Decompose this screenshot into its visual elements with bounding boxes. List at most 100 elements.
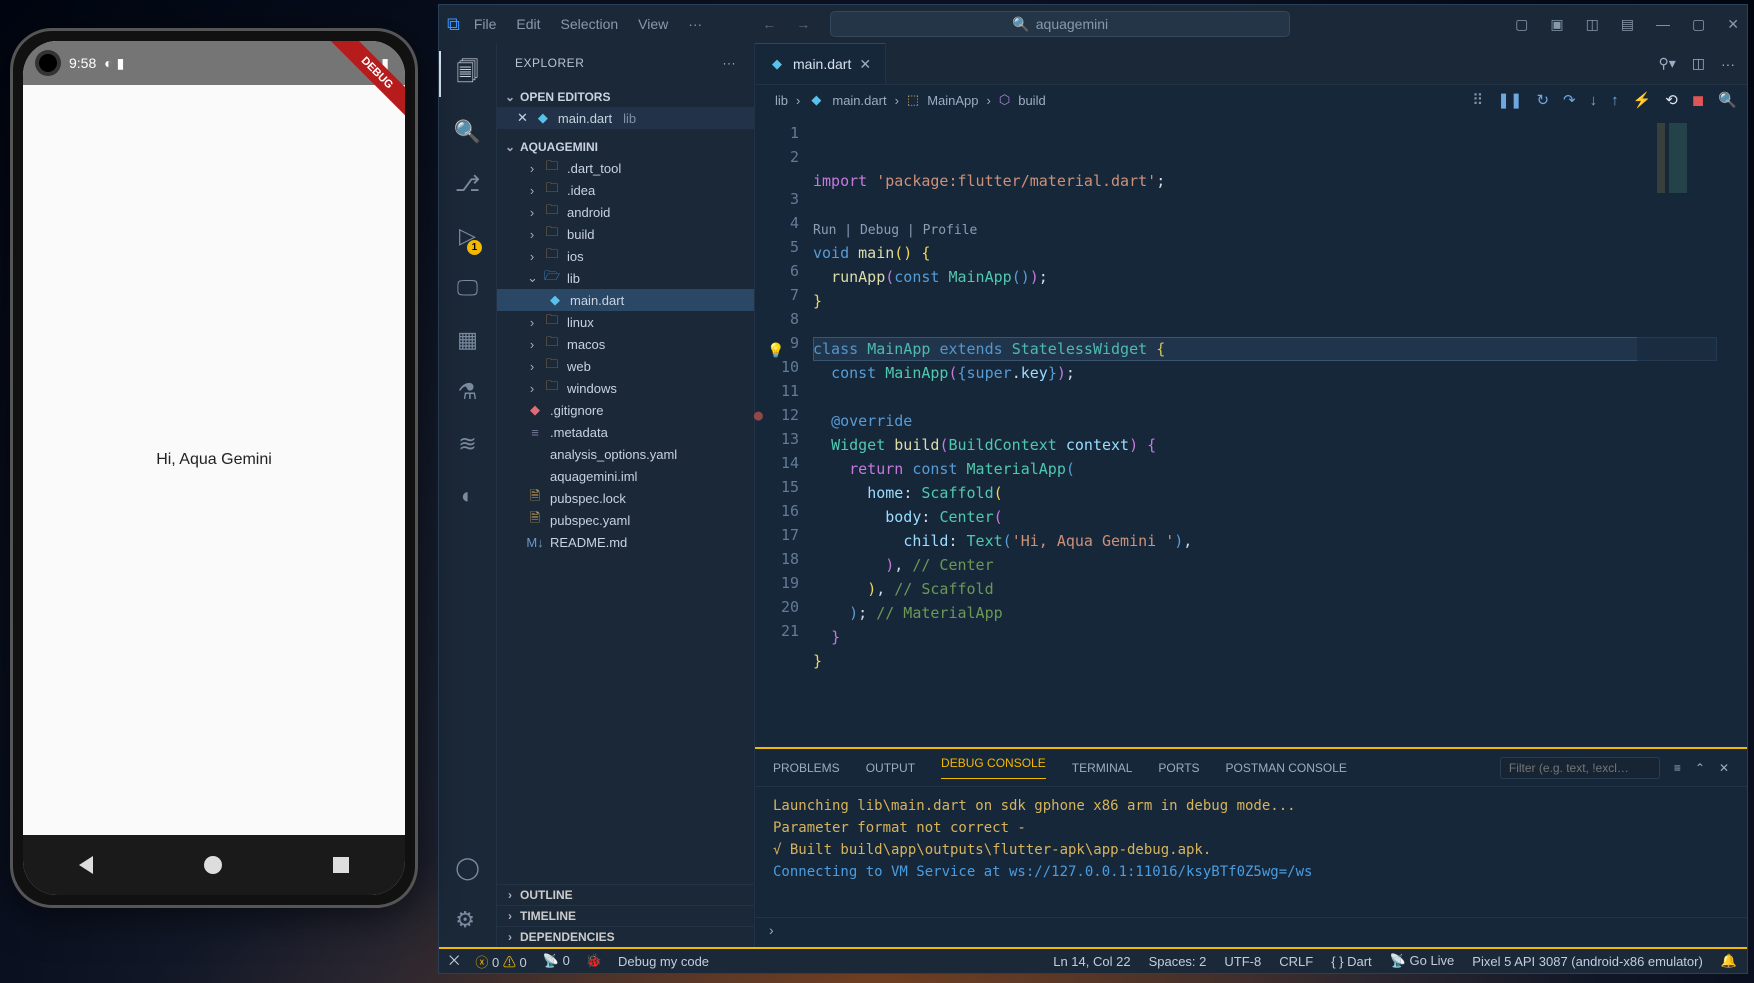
step-in-icon[interactable]: ↓ <box>1590 92 1598 109</box>
remote-icon[interactable]: 🖵 <box>457 275 478 301</box>
nav-recent-icon[interactable] <box>333 857 349 873</box>
panel-collapse-icon[interactable]: ⌃ <box>1695 761 1705 775</box>
scm-icon[interactable]: ⎇ <box>455 171 480 197</box>
cursor-pos[interactable]: Ln 14, Col 22 <box>1053 954 1130 969</box>
hot-reload-icon[interactable]: ↻ <box>1536 91 1549 109</box>
project-header[interactable]: ⌄AQUAGEMINI <box>497 137 754 157</box>
nav-fwd-button[interactable]: → <box>796 16 810 32</box>
explorer-more-icon[interactable]: ··· <box>723 56 737 70</box>
tree-item[interactable]: ›🗀windows <box>497 377 754 399</box>
tree-item[interactable]: ›🗀.idea <box>497 179 754 201</box>
code-area[interactable]: 💡import 'package:flutter/material.dart';… <box>813 115 1747 747</box>
tree-item[interactable]: ›🗀web <box>497 355 754 377</box>
hot-restart-icon[interactable]: ⚡ <box>1633 91 1652 109</box>
indent-info[interactable]: Spaces: 2 <box>1149 954 1207 969</box>
win-minimize-icon[interactable]: — <box>1656 16 1670 32</box>
run-debug-icon[interactable]: ▷1 <box>459 223 476 249</box>
tree-item[interactable]: M↓README.md <box>497 531 754 553</box>
test-icon[interactable]: ⚗ <box>458 379 478 405</box>
tab-postman[interactable]: POSTMAN CONSOLE <box>1226 761 1347 775</box>
layout-bottom-icon[interactable]: ▣ <box>1550 16 1563 33</box>
step-out-icon[interactable]: ↑ <box>1611 92 1619 109</box>
tab-problems[interactable]: PROBLEMS <box>773 761 840 775</box>
codelens-run[interactable]: Run | Debug | Profile <box>813 223 977 238</box>
tree-item[interactable]: analysis_options.yaml <box>497 443 754 465</box>
minimap[interactable] <box>1637 115 1747 747</box>
tab-terminal[interactable]: TERMINAL <box>1072 761 1133 775</box>
layout-grid-icon[interactable]: ▤ <box>1621 16 1634 33</box>
eol[interactable]: CRLF <box>1279 954 1313 969</box>
debug-indicator-icon[interactable]: 🐞 <box>586 953 602 969</box>
breadcrumbs[interactable]: lib› ◆main.dart› ⬚MainApp› ⬡build ⠿ ❚❚ ↻… <box>755 85 1747 115</box>
lang-mode[interactable]: { } Dart <box>1331 954 1371 969</box>
settings-icon[interactable]: ⚙ <box>455 907 480 933</box>
tree-item[interactable]: ›🗀ios <box>497 245 754 267</box>
nav-back-button[interactable]: ← <box>762 16 776 32</box>
tree-item[interactable]: ≡.metadata <box>497 421 754 443</box>
go-live[interactable]: 📡 Go Live <box>1390 953 1455 969</box>
timeline-header[interactable]: ›TIMELINE <box>497 905 754 926</box>
tree-item[interactable]: 🗎pubspec.yaml <box>497 509 754 531</box>
dependencies-header[interactable]: ›DEPENDENCIES <box>497 926 754 947</box>
panel-settings-icon[interactable]: ≡ <box>1674 761 1681 775</box>
menu-file[interactable]: File <box>474 16 497 32</box>
tree-item[interactable]: ›🗀macos <box>497 333 754 355</box>
outline-header[interactable]: ›OUTLINE <box>497 884 754 905</box>
account-icon[interactable]: ◯ <box>455 855 480 881</box>
close-editor-icon[interactable]: ✕ <box>517 110 528 126</box>
tree-item[interactable]: ◆main.dart <box>497 289 754 311</box>
command-center[interactable]: 🔍 aquagemini <box>830 11 1290 37</box>
win-close-icon[interactable]: ✕ <box>1727 16 1739 33</box>
tree-item[interactable]: ⌄🗁lib <box>497 267 754 289</box>
tab-debug-console[interactable]: DEBUG CONSOLE <box>941 756 1046 779</box>
explorer-icon[interactable]: 🗐 <box>457 55 479 93</box>
code-editor[interactable]: 1234567891011●12131415161718192021 💡impo… <box>755 115 1747 747</box>
tree-item[interactable]: ›🗀.dart_tool <box>497 157 754 179</box>
tab-ports[interactable]: PORTS <box>1158 761 1199 775</box>
menu-selection[interactable]: Selection <box>561 16 619 32</box>
panel-filter-input[interactable] <box>1500 757 1660 779</box>
menu-edit[interactable]: Edit <box>516 16 540 32</box>
restart-icon[interactable]: ⟲ <box>1665 91 1678 109</box>
debug-console-input[interactable]: › <box>755 917 1747 947</box>
open-editor-file[interactable]: ✕ ◆ main.dart lib <box>497 107 754 129</box>
search-tab-icon[interactable]: 🔍 <box>454 119 481 145</box>
stop-icon[interactable]: ◼ <box>1692 91 1704 109</box>
win-maximize-icon[interactable]: ▢ <box>1692 16 1705 33</box>
panel-close-icon[interactable]: ✕ <box>1719 761 1729 775</box>
menu-view[interactable]: View <box>638 16 668 32</box>
tree-item[interactable]: ›🗀linux <box>497 311 754 333</box>
nav-back-icon[interactable] <box>79 856 93 874</box>
devtools-icon[interactable]: ⚲▾ <box>1658 55 1675 72</box>
device-selector[interactable]: Pixel 5 API 3087 (android-x86 emulator) <box>1472 954 1703 969</box>
debug-label[interactable]: Debug my code <box>618 954 709 969</box>
android-nav-bar[interactable] <box>23 835 405 895</box>
split-editor-icon[interactable]: ◫ <box>1692 55 1705 72</box>
flutter-icon[interactable]: ≋ <box>458 431 476 457</box>
layout-left-icon[interactable]: ▢ <box>1515 16 1528 33</box>
pause-icon[interactable]: ❚❚ <box>1497 91 1522 109</box>
tree-item[interactable]: ›🗀build <box>497 223 754 245</box>
open-editors-header[interactable]: ⌄OPEN EDITORS <box>497 87 754 107</box>
tab-more-icon[interactable]: ··· <box>1721 56 1735 72</box>
encoding[interactable]: UTF-8 <box>1224 954 1261 969</box>
layout-right-icon[interactable]: ◫ <box>1586 16 1599 33</box>
tab-close-icon[interactable]: ✕ <box>859 56 871 73</box>
tree-item[interactable]: aquagemini.iml <box>497 465 754 487</box>
notifications-icon[interactable]: 🔔 <box>1721 953 1737 969</box>
inspector-icon[interactable]: 🔍 <box>1718 91 1737 109</box>
tree-item[interactable]: 🗎pubspec.lock <box>497 487 754 509</box>
menu-bar[interactable]: File Edit Selection View ··· <box>474 16 702 32</box>
ports-count[interactable]: 📡 0 <box>543 953 570 969</box>
tree-item[interactable]: ◆.gitignore <box>497 399 754 421</box>
tab-output[interactable]: OUTPUT <box>866 761 915 775</box>
remote-indicator[interactable]: ⨉ <box>449 953 459 969</box>
tab-main-dart[interactable]: ◆ main.dart ✕ <box>755 43 886 84</box>
tree-item[interactable]: ›🗀android <box>497 201 754 223</box>
menu-more[interactable]: ··· <box>688 16 702 32</box>
drag-handle-icon[interactable]: ⠿ <box>1472 91 1483 109</box>
other-ext-icon[interactable]: ◐ <box>461 483 474 509</box>
errors-count[interactable]: ⓧ 0 ⚠ 0 <box>475 952 526 971</box>
extensions-icon[interactable]: ▦ <box>457 327 478 353</box>
nav-home-icon[interactable] <box>204 856 222 874</box>
